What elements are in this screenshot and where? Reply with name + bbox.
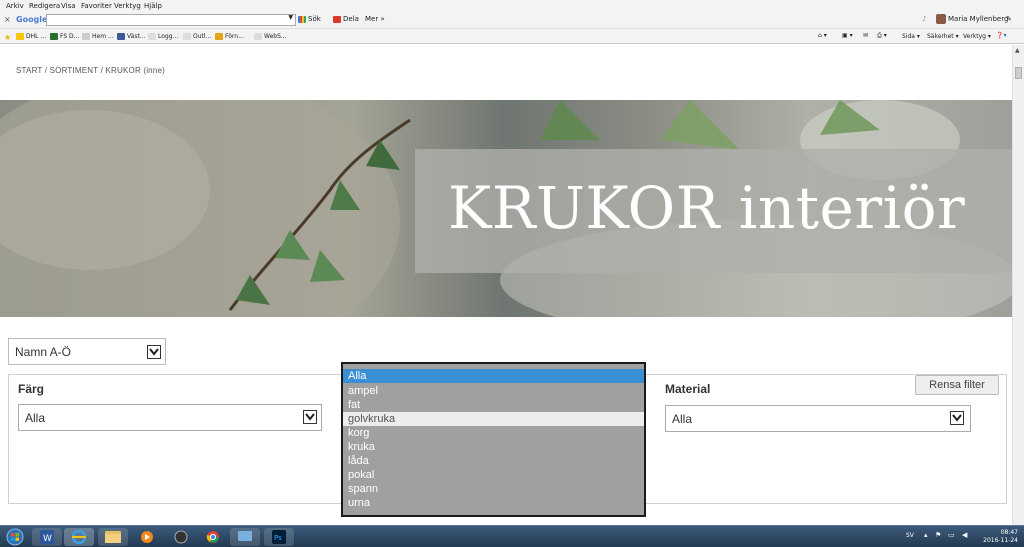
page-icon <box>148 33 156 40</box>
menu-hjalp[interactable]: Hjälp <box>144 2 162 10</box>
dropdown-option[interactable]: golvkruka <box>343 412 644 426</box>
sort-select-value: Namn A-Ö <box>15 345 72 359</box>
close-toolbar-icon[interactable]: × <box>4 15 11 24</box>
help-icon[interactable]: ❓▾ <box>996 32 1006 39</box>
tools-menu[interactable]: Verktyg ▾ <box>963 33 991 40</box>
favorite-item[interactable]: Hem ... <box>82 33 114 40</box>
network-tray-icon[interactable]: ▭ <box>948 531 955 539</box>
windows-taskbar: W Ps SV ▴ ⚑ ▭ ◀ 08:47 2016-11-24 <box>0 525 1024 547</box>
favorite-item[interactable]: FS D... <box>50 33 79 40</box>
photoshop-icon[interactable]: Ps <box>264 528 294 546</box>
svg-text:W: W <box>43 534 52 544</box>
menu-verktyg[interactable]: Verktyg <box>114 2 141 10</box>
app-icon[interactable] <box>166 528 196 546</box>
clear-filter-button[interactable]: Rensa filter <box>915 375 999 395</box>
favorites-bar: ★ DHL ... FS D... Hem ... Väst... Logg..… <box>0 29 1024 44</box>
facebook-icon <box>117 33 125 40</box>
wrench-icon[interactable]: ✎ <box>1006 15 1012 23</box>
google-toolbar: × Google ▼ Sök Dela Mer » ♪ Maria Myllen… <box>0 12 1024 29</box>
search-button[interactable]: Sök <box>298 15 321 23</box>
chevron-down-icon[interactable]: ▼ <box>288 14 293 21</box>
dropdown-option[interactable]: korg <box>343 426 644 440</box>
type-filter-dropdown-list[interactable]: Alla ampel fat golvkruka korg kruka låda… <box>341 362 646 517</box>
safety-menu[interactable]: Säkerhet ▾ <box>927 33 959 40</box>
clock-time: 08:47 <box>1000 529 1018 536</box>
google-search-input[interactable]: ▼ <box>46 14 296 26</box>
print-icon[interactable]: ⎙ ▾ <box>877 32 887 40</box>
color-filter-label: Färg <box>18 382 45 396</box>
svg-text:Ps: Ps <box>274 534 282 542</box>
page-scrollbar[interactable]: ▲ <box>1012 45 1024 525</box>
favorite-item[interactable]: WebS... <box>254 33 287 40</box>
chrome-icon[interactable] <box>198 528 228 546</box>
menu-visa[interactable]: Visa <box>61 2 76 10</box>
bell-icon[interactable]: ♪ <box>922 15 926 23</box>
start-button[interactable] <box>2 528 28 546</box>
share-icon <box>333 15 341 23</box>
clock-date: 2016-11-24 <box>983 537 1018 544</box>
page-menu[interactable]: Sida ▾ <box>902 33 920 40</box>
more-button[interactable]: Mer » <box>365 15 385 23</box>
network-icon[interactable] <box>230 528 260 546</box>
mail-icon[interactable]: ✉ <box>863 32 868 39</box>
favorite-item[interactable]: Logg... <box>148 33 178 40</box>
chevron-down-icon[interactable] <box>950 411 964 425</box>
google-search-icon <box>298 15 306 23</box>
page-icon <box>82 33 90 40</box>
favorite-item[interactable]: Väst... <box>117 33 146 40</box>
internet-explorer-icon[interactable] <box>64 528 94 546</box>
user-account[interactable]: Maria Myllenberg <box>936 14 1008 24</box>
dhl-icon <box>16 33 24 40</box>
color-filter-select[interactable]: Alla <box>18 404 322 431</box>
breadcrumb[interactable]: START / SORTIMENT / KRUKOR (inne) <box>16 66 165 75</box>
page-icon <box>254 33 262 40</box>
clock[interactable]: 08:47 2016-11-24 <box>983 529 1018 545</box>
menu-favoriter[interactable]: Favoriter <box>81 2 112 10</box>
spreadsheet-icon <box>50 33 58 40</box>
google-logo: Google <box>16 15 48 24</box>
favorites-star-icon[interactable]: ★ <box>4 33 11 42</box>
scrollbar-thumb[interactable] <box>1015 67 1022 79</box>
page-title: KRUKOR interiör <box>448 174 966 242</box>
menu-arkiv[interactable]: Arkiv <box>6 2 24 10</box>
dropdown-option[interactable]: kruka <box>343 440 644 454</box>
dropdown-option[interactable]: urna <box>343 496 644 510</box>
favorite-item[interactable]: Outl... <box>183 33 211 40</box>
language-indicator[interactable]: SV <box>906 532 914 539</box>
file-explorer-icon[interactable] <box>98 528 128 546</box>
favorite-item[interactable]: Förn... <box>215 33 244 40</box>
sort-select[interactable]: Namn A-Ö <box>8 338 166 365</box>
media-player-icon[interactable] <box>132 528 162 546</box>
dropdown-option[interactable]: pokal <box>343 468 644 482</box>
page-icon <box>183 33 191 40</box>
scroll-up-icon[interactable]: ▲ <box>1015 47 1020 54</box>
menu-bar: Arkiv Redigera Visa Favoriter Verktyg Hj… <box>0 0 1024 12</box>
color-filter-value: Alla <box>25 411 46 425</box>
rss-icon[interactable]: ▣ ▾ <box>842 32 853 39</box>
dropdown-option[interactable]: låda <box>343 454 644 468</box>
hero-banner: KRUKOR interiör <box>0 100 1012 317</box>
material-filter-value: Alla <box>672 412 693 426</box>
tray-expand-icon[interactable]: ▴ <box>924 531 928 539</box>
chevron-down-icon[interactable] <box>303 410 317 424</box>
flag-icon[interactable]: ⚑ <box>935 531 941 539</box>
dropdown-option[interactable]: ampel <box>343 384 644 398</box>
dropdown-option[interactable]: Alla <box>343 369 644 383</box>
volume-icon[interactable]: ◀ <box>962 531 967 539</box>
favorite-item[interactable]: DHL ... <box>16 33 46 40</box>
chevron-down-icon[interactable] <box>147 345 161 359</box>
material-filter-select[interactable]: Alla <box>665 405 971 432</box>
avatar <box>936 14 946 24</box>
home-icon[interactable]: ⌂ ▾ <box>818 32 827 39</box>
share-button[interactable]: Dela <box>333 15 359 23</box>
folder-icon <box>215 33 223 40</box>
word-icon[interactable]: W <box>32 528 62 546</box>
menu-redigera[interactable]: Redigera <box>29 2 60 10</box>
dropdown-option[interactable]: fat <box>343 398 644 412</box>
material-filter-label: Material <box>665 382 711 396</box>
dropdown-option[interactable]: spann <box>343 482 644 496</box>
